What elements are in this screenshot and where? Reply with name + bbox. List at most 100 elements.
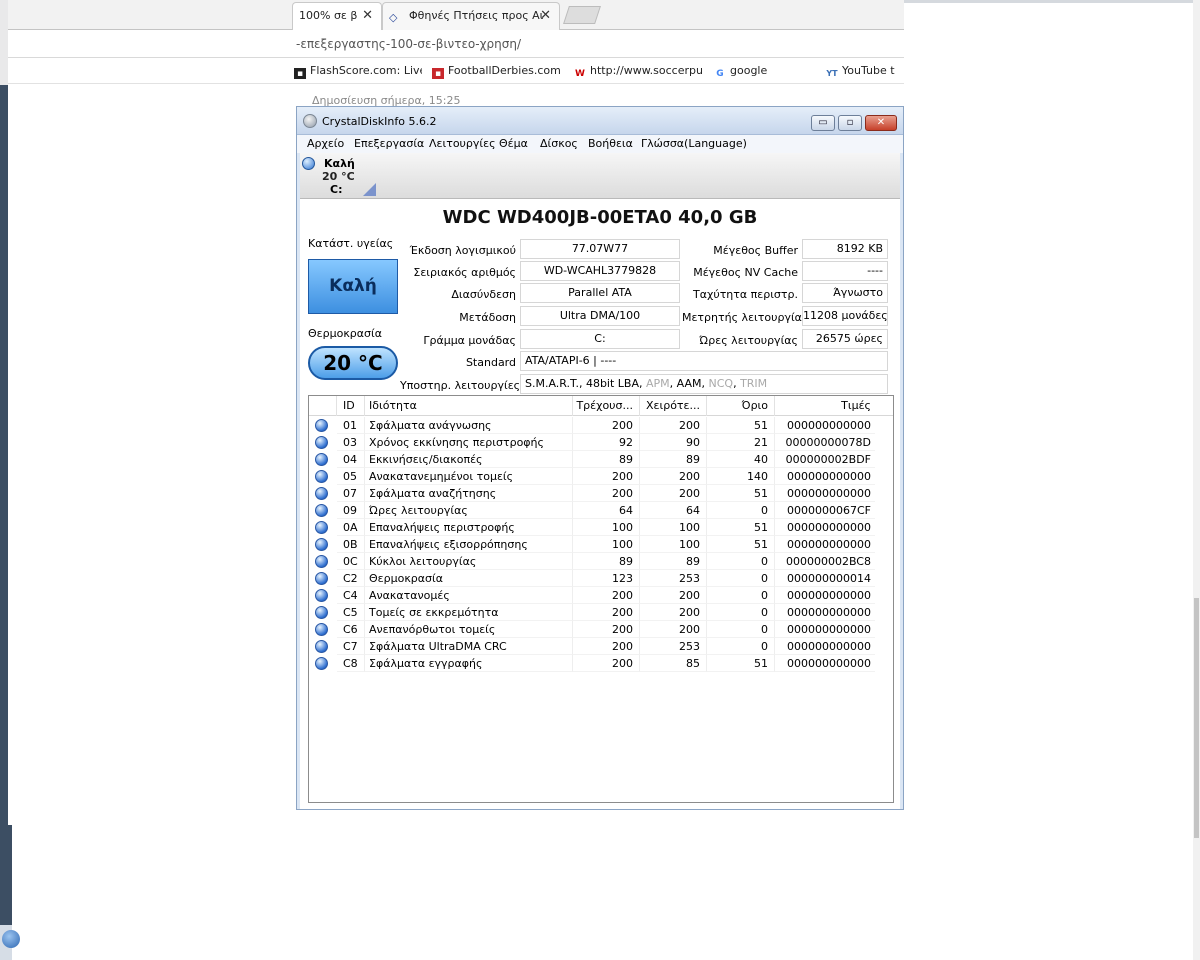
attribute-raw: 000000000000 (775, 468, 875, 485)
bookmark-google[interactable]: Ggoogle (714, 63, 804, 79)
attribute-threshold: 0 (707, 638, 775, 655)
address-bar[interactable]: -επεξεργαστης-100-σε-βιντεο-χρηση/ (8, 30, 904, 58)
attribute-worst: 89 (640, 553, 707, 570)
attribute-id: C4 (337, 587, 365, 604)
attribute-name: Επαναλήψεις περιστροφής (365, 519, 573, 536)
bookmark-label: YouTube t (842, 64, 895, 77)
smart-attributes-table: ID Ιδιότητα Τρέχουσ... Χειρότε... Όριο Τ… (308, 395, 894, 803)
attribute-id: 01 (337, 417, 365, 434)
attribute-threshold: 140 (707, 468, 775, 485)
table-row[interactable]: C5 Τομείς σε εκκρεμότητα 200 200 0 0000000000… (309, 604, 893, 621)
diamond-favicon-icon: ◇ (389, 11, 398, 24)
power-on-count-label: Μετρητής λειτουργίας (682, 311, 809, 324)
attribute-raw: 000000000000 (775, 485, 875, 502)
menu-help[interactable]: Βοήθεια (588, 137, 633, 150)
table-row[interactable]: C4 Ανακατανομές 200 200 0 000000000000 (309, 587, 893, 604)
attribute-worst: 200 (640, 468, 707, 485)
table-row[interactable]: C7 Σφάλματα UltraDMA CRC 200 253 0 0000000000… (309, 638, 893, 655)
page-scrollbar[interactable] (1193, 0, 1200, 960)
attribute-threshold: 0 (707, 621, 775, 638)
attribute-raw: 000000000000 (775, 519, 875, 536)
temperature-label: Θερμοκρασία (308, 327, 382, 340)
disk-temp-text: 20 °C (322, 170, 355, 183)
attribute-name: Σφάλματα UltraDMA CRC (365, 638, 573, 655)
tab-flights[interactable]: ◇ Φθηνές Πτήσεις προς Αι ✕ (382, 2, 560, 30)
table-row[interactable]: 01 Σφάλματα ανάγνωσης 200 200 51 000000000000 (309, 417, 893, 434)
title-bar[interactable]: CrystalDiskInfo 5.6.2 ▭ ▫ ✕ (297, 107, 903, 135)
attribute-current: 200 (573, 468, 640, 485)
close-button[interactable]: ✕ (865, 115, 897, 131)
bookmark-footballderbies[interactable]: ▪ FootballDerbies.com (432, 63, 564, 79)
disk-selector[interactable]: Καλή 20 °C C: (300, 153, 900, 199)
menu-functions[interactable]: Λειτουργίες (429, 137, 496, 150)
attribute-worst: 200 (640, 587, 707, 604)
attribute-raw: 000000000000 (775, 536, 875, 553)
attribute-worst: 89 (640, 451, 707, 468)
scrollbar-thumb[interactable] (1194, 598, 1199, 838)
column-threshold[interactable]: Όριο (707, 396, 775, 416)
menu-language[interactable]: Γλώσσα(Language) (641, 137, 747, 150)
column-worst[interactable]: Χειρότε... (640, 396, 707, 416)
column-id[interactable]: ID (337, 396, 365, 416)
table-row[interactable]: C2 Θερμοκρασία 123 253 0 000000000014 (309, 570, 893, 587)
status-orb-icon (315, 555, 328, 568)
table-row[interactable]: C6 Ανεπανόρθωτοι τομείς 200 200 0 00000000000… (309, 621, 893, 638)
attribute-worst: 100 (640, 519, 707, 536)
menu-disk[interactable]: Δίσκος (540, 137, 578, 150)
attribute-threshold: 51 (707, 485, 775, 502)
table-row[interactable]: 05 Ανακατανεμημένοι τομείς 200 200 140 000000… (309, 468, 893, 485)
drive-letter-value: C: (520, 329, 680, 349)
table-row[interactable]: 03 Χρόνος εκκίνησης περιστροφής 92 90 21 0000… (309, 434, 893, 451)
tab-close-icon[interactable]: ✕ (362, 3, 373, 29)
menu-edit[interactable]: Επεξεργασία (354, 137, 424, 150)
table-row[interactable]: 09 Ώρες λειτουργίας 64 64 0 0000000067CF (309, 502, 893, 519)
bookmark-youtube-mp3[interactable]: YT YouTube t (826, 63, 904, 79)
table-row[interactable]: 0B Επαναλήψεις εξισορρόπησης 100 100 51 00000… (309, 536, 893, 553)
column-attribute[interactable]: Ιδιότητα (365, 396, 573, 416)
bookmark-flashscore[interactable]: ▪ FlashScore.com: Live S (294, 63, 422, 79)
attribute-current: 89 (573, 451, 640, 468)
start-orb-icon[interactable] (2, 930, 20, 948)
new-tab-button[interactable] (563, 6, 601, 24)
tab-current[interactable]: 100% σε β ✕ (292, 2, 382, 30)
table-row[interactable]: 04 Εκκινήσεις/διακοπές 89 89 40 000000002BDF (309, 451, 893, 468)
table-row[interactable]: 0A Επαναλήψεις περιστροφής 100 100 51 0000000… (309, 519, 893, 536)
bookmark-label: FlashScore.com: Live S (310, 64, 422, 77)
table-row[interactable]: C8 Σφάλματα εγγραφής 200 85 51 000000000000 (309, 655, 893, 672)
attribute-worst: 100 (640, 536, 707, 553)
column-raw-values[interactable]: Τιμές (775, 396, 875, 416)
attribute-threshold: 0 (707, 570, 775, 587)
address-url[interactable]: -επεξεργαστης-100-σε-βιντεο-χρηση/ (296, 37, 521, 51)
attribute-worst: 85 (640, 655, 707, 672)
bookmark-soccerpunter[interactable]: Whttp://www.soccerpun (574, 63, 704, 79)
attribute-name: Σφάλματα αναζήτησης (365, 485, 573, 502)
column-current[interactable]: Τρέχουσ... (573, 396, 640, 416)
power-on-count-value: 11208 μονάδες (802, 306, 888, 326)
window-title: CrystalDiskInfo 5.6.2 (322, 115, 437, 128)
health-status-button[interactable]: Καλή (308, 259, 398, 314)
attribute-current: 200 (573, 417, 640, 434)
table-row[interactable]: 07 Σφάλματα αναζήτησης 200 200 51 00000000000… (309, 485, 893, 502)
feature-ncq-unsupported: NCQ (708, 377, 734, 390)
status-orb-icon (315, 419, 328, 432)
attribute-worst: 200 (640, 621, 707, 638)
attribute-name: Εκκινήσεις/διακοπές (365, 451, 573, 468)
status-orb-icon (315, 572, 328, 585)
power-on-hours-value: 26575 ώρες (802, 329, 888, 349)
attribute-threshold: 51 (707, 519, 775, 536)
standard-value: ATA/ATAPI-6 | ---- (520, 351, 888, 371)
serial-label: Σειριακός αριθμός (413, 266, 516, 279)
drive-letter-label: Γράμμα μονάδας (423, 334, 516, 347)
attribute-raw: 00000000078D (775, 434, 875, 451)
tab-close-icon[interactable]: ✕ (540, 3, 551, 29)
minimize-button[interactable]: ▭ (811, 115, 835, 131)
table-row[interactable]: 0C Κύκλοι λειτουργίας 89 89 0 000000002BC8 (309, 553, 893, 570)
disk-selected-triangle-icon (363, 183, 376, 196)
menu-file[interactable]: Αρχείο (307, 137, 344, 150)
maximize-button[interactable]: ▫ (838, 115, 862, 131)
bookmark-label: google (730, 64, 768, 77)
nv-cache-label: Μέγεθος NV Cache (693, 266, 798, 279)
status-orb-icon (315, 589, 328, 602)
menu-theme[interactable]: Θέμα (499, 137, 528, 150)
status-orb-icon (315, 538, 328, 551)
